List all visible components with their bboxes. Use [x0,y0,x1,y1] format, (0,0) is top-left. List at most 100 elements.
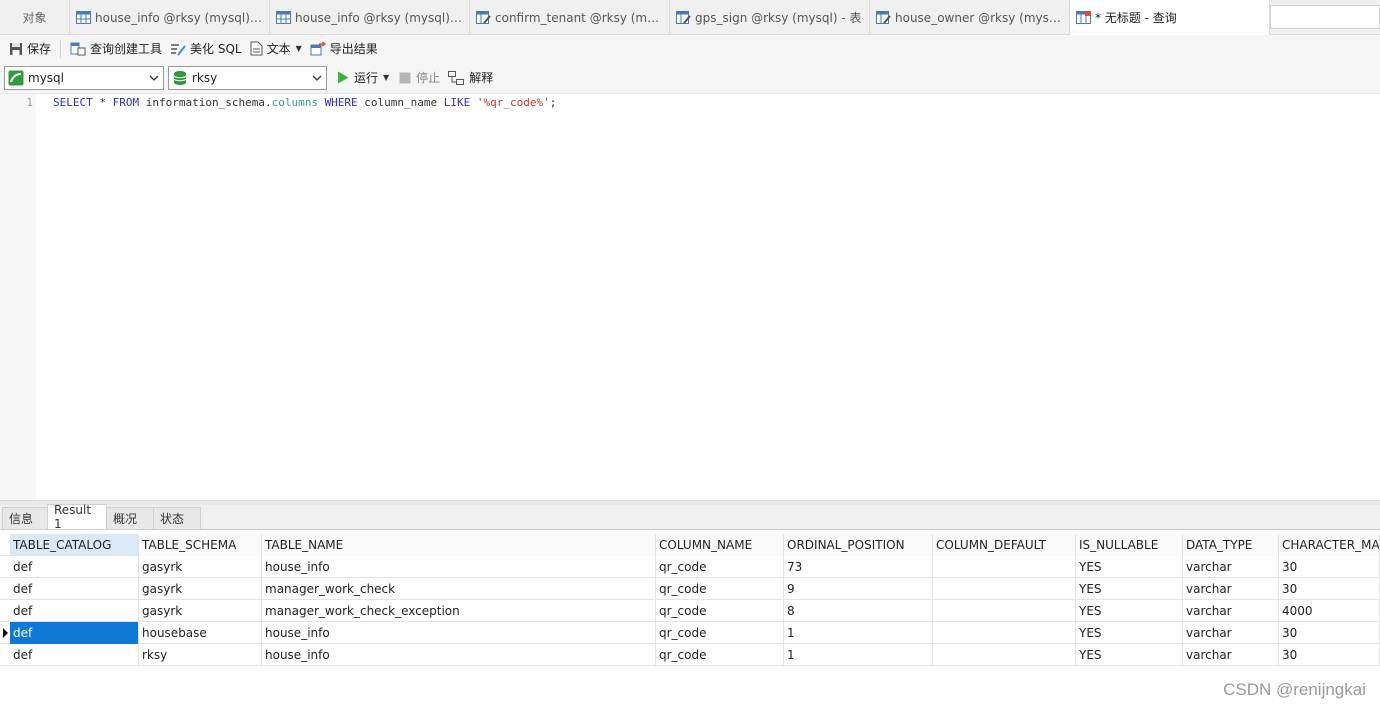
grid-cell[interactable]: 30 [1279,622,1380,644]
chevron-down-icon[interactable]: ▼ [383,73,389,82]
grid-cell[interactable]: 30 [1279,644,1380,666]
grid-cell[interactable]: housebase [139,622,262,644]
grid-cell[interactable]: YES [1076,556,1183,578]
text-button[interactable]: 文本 ▼ [246,38,306,60]
grid-cell[interactable]: qr_code [656,556,784,578]
tab-objects[interactable]: 对象 [0,0,70,35]
table-row[interactable]: def gasyrk house_info qr_code 73 YES varchar 30 [0,556,1380,578]
explain-button[interactable]: 解释 [448,69,493,86]
chevron-down-icon [312,75,322,81]
tab-untitled-query[interactable]: * 无标题 - 查询 [1070,0,1270,35]
grid-cell[interactable]: varchar [1183,578,1279,600]
document-tab-bar: 对象 house_info @rksy (mysql) - ... house_… [0,0,1380,35]
grid-cell[interactable]: varchar [1183,644,1279,666]
grid-cell[interactable]: qr_code [656,600,784,622]
table-icon [276,11,291,24]
grid-cell[interactable]: YES [1076,600,1183,622]
grid-cell[interactable]: house_info [262,556,656,578]
sql-token: ; [549,96,557,109]
grid-cell[interactable]: 30 [1279,578,1380,600]
grid-cell[interactable]: gasyrk [139,556,262,578]
tab-house-owner[interactable]: house_owner @rksy (mysql)... [870,0,1070,35]
grid-cell[interactable]: YES [1076,622,1183,644]
sql-token: information_schema. [139,96,272,109]
play-icon [338,71,349,84]
sql-token: FROM [112,96,140,109]
tab-house-info-2[interactable]: house_info @rksy (mysql) - ... [270,0,470,35]
search-box[interactable] [1270,5,1380,29]
tab-status[interactable]: 状态 [153,507,201,529]
column-header[interactable]: DATA_TYPE [1183,534,1279,556]
grid-cell[interactable]: qr_code [656,644,784,666]
table-row[interactable]: def gasyrk manager_work_check_exception qr_… [0,600,1380,622]
tab-house-info-1[interactable]: house_info @rksy (mysql) - ... [70,0,270,35]
grid-cell[interactable]: gasyrk [139,578,262,600]
grid-cell[interactable]: 30 [1279,556,1380,578]
grid-cell[interactable]: 8 [784,600,933,622]
grid-cell[interactable]: rksy [139,644,262,666]
chevron-down-icon [149,75,159,81]
grid-cell[interactable]: 1 [784,622,933,644]
tab-label: house_owner @rksy (mysql)... [895,10,1063,25]
grid-cell[interactable]: YES [1076,644,1183,666]
grid-cell[interactable]: manager_work_check [262,578,656,600]
column-header[interactable]: COLUMN_DEFAULT [933,534,1076,556]
grid-cell[interactable] [933,556,1076,578]
column-header[interactable]: IS_NULLABLE [1076,534,1183,556]
export-results-label: 导出结果 [329,42,378,56]
column-header[interactable]: TABLE_NAME [262,534,656,556]
chevron-down-icon[interactable]: ▼ [296,44,302,53]
tab-profile[interactable]: 概况 [106,507,154,529]
tab-label: confirm_tenant @rksy (mys... [495,10,663,25]
query-builder-button[interactable]: 查询创建工具 [66,38,166,60]
table-row[interactable]: def housebase house_info qr_code 1 YES varchar… [0,622,1380,644]
tab-info[interactable]: 信息 [2,507,48,529]
grid-cell[interactable]: varchar [1183,556,1279,578]
column-header[interactable]: CHARACTER_MA [1279,534,1380,556]
run-button[interactable]: 运行 ▼ [337,69,389,86]
database-select[interactable]: rksy [168,65,327,90]
grid-cell[interactable]: qr_code [656,622,784,644]
current-row-indicator-icon [3,628,8,638]
table-row[interactable]: def gasyrk manager_work_check qr_code 9 YES va… [0,578,1380,600]
sql-code-line[interactable]: SELECT * FROM information_schema.columns… [53,96,556,109]
tab-label: house_info @rksy (mysql) - ... [295,10,463,25]
beautify-sql-button[interactable]: 美化 SQL [166,38,246,60]
save-button[interactable]: 保存 [5,38,55,60]
tab-label: house_info @rksy (mysql) - ... [95,10,263,25]
grid-cell[interactable] [933,622,1076,644]
grid-cell[interactable]: manager_work_check_exception [262,600,656,622]
grid-cell[interactable]: house_info [262,644,656,666]
grid-cell[interactable]: def [10,556,139,578]
grid-cell[interactable]: YES [1076,578,1183,600]
grid-cell[interactable] [933,644,1076,666]
grid-cell[interactable]: def [10,600,139,622]
column-header[interactable]: TABLE_SCHEMA [139,534,262,556]
tab-gps-sign[interactable]: gps_sign @rksy (mysql) - 表 [670,0,870,35]
connection-select[interactable]: mysql [4,65,164,90]
column-header[interactable]: TABLE_CATALOG [10,534,139,556]
grid-cell[interactable] [933,578,1076,600]
grid-cell[interactable] [933,600,1076,622]
grid-cell[interactable]: 4000 [1279,600,1380,622]
tab-confirm-tenant[interactable]: confirm_tenant @rksy (mys... [470,0,670,35]
table-row[interactable]: def rksy house_info qr_code 1 YES varchar 30 [0,644,1380,666]
grid-cell[interactable]: def [10,578,139,600]
grid-cell[interactable]: 73 [784,556,933,578]
export-results-button[interactable]: 导出结果 [306,38,382,60]
column-header[interactable]: COLUMN_NAME [656,534,784,556]
grid-cell[interactable]: gasyrk [139,600,262,622]
grid-cell[interactable]: def [10,644,139,666]
grid-cell[interactable]: def [10,622,139,644]
grid-cell[interactable]: varchar [1183,600,1279,622]
grid-cell[interactable]: 1 [784,644,933,666]
grid-cell[interactable]: house_info [262,622,656,644]
sql-editor[interactable]: 1 SELECT * FROM information_schema.colum… [0,94,1380,500]
column-header[interactable]: ORDINAL_POSITION [784,534,933,556]
tab-result-1[interactable]: Result 1 [47,503,107,531]
grid-cell[interactable]: qr_code [656,578,784,600]
stop-button[interactable]: 停止 [399,69,440,86]
table-icon [76,11,91,24]
grid-cell[interactable]: varchar [1183,622,1279,644]
grid-cell[interactable]: 9 [784,578,933,600]
